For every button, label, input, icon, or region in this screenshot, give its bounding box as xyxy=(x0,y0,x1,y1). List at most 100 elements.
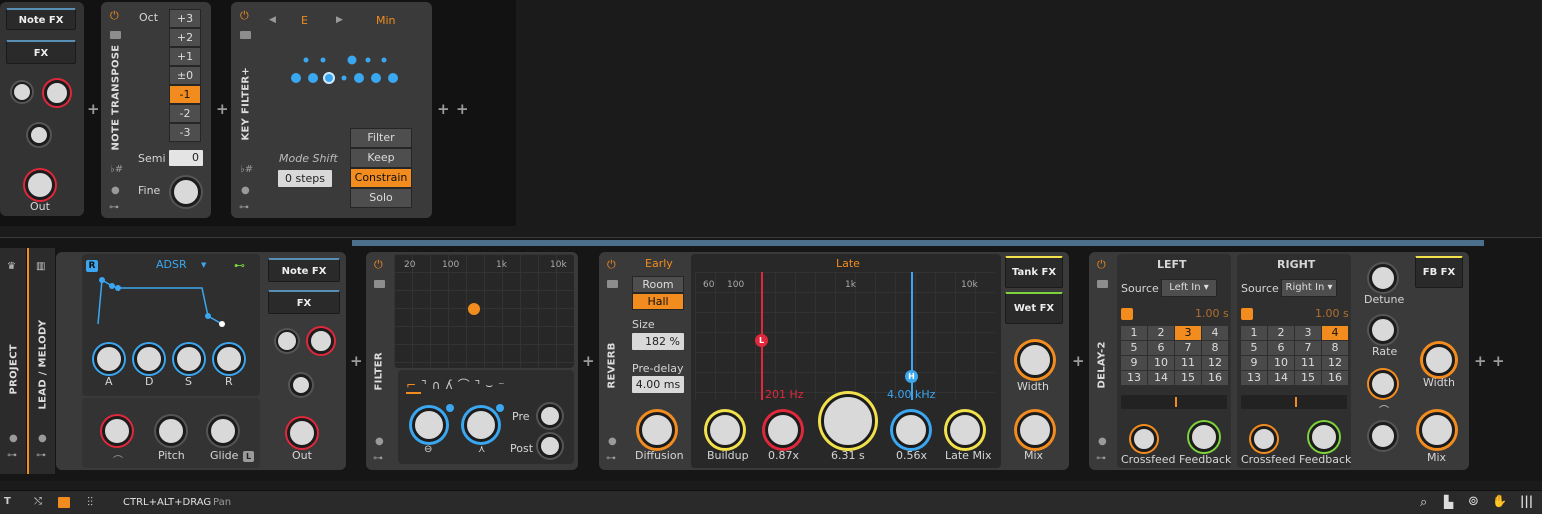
pitch-knob[interactable] xyxy=(156,416,186,446)
link-icon[interactable]: ⊶ xyxy=(7,450,17,461)
link-icon[interactable]: ⊶ xyxy=(36,450,46,461)
wet-fx-button[interactable]: Wet FX xyxy=(1005,292,1063,324)
beat-cell[interactable]: 15 xyxy=(1295,371,1321,385)
modulator-arrow-icon[interactable]: ⊷ xyxy=(234,259,245,272)
info-icon[interactable]: ● xyxy=(38,433,47,444)
filter-graph[interactable] xyxy=(394,254,574,368)
mode-shift-field[interactable]: 0 steps xyxy=(278,170,332,187)
add-device-button[interactable]: + xyxy=(1492,352,1505,370)
cursor-icon[interactable]: T xyxy=(4,496,11,507)
beat-cell[interactable]: 13 xyxy=(1121,371,1147,385)
inst-volume-knob[interactable] xyxy=(276,330,298,352)
size-field[interactable]: 182 % xyxy=(632,333,684,350)
link-icon[interactable]: ⊶ xyxy=(109,202,119,213)
beat-cell[interactable]: 2 xyxy=(1268,326,1294,340)
pan-knob[interactable] xyxy=(44,80,70,106)
search-icon[interactable]: ⌕ xyxy=(1420,495,1427,510)
beat-cell[interactable]: 6 xyxy=(1148,341,1174,355)
info-icon[interactable]: ● xyxy=(9,433,18,444)
beat-cell[interactable]: 7 xyxy=(1175,341,1201,355)
volume-knob[interactable] xyxy=(12,82,32,102)
source-select[interactable]: Right In ▾ xyxy=(1281,279,1337,297)
adsr-knob[interactable] xyxy=(174,344,204,374)
pre-knob[interactable] xyxy=(538,404,562,428)
post-knob[interactable] xyxy=(538,434,562,458)
info-icon[interactable]: ● xyxy=(241,185,250,196)
power-icon[interactable]: ⏻ xyxy=(240,9,249,23)
oct-option[interactable]: ±0 xyxy=(169,66,201,85)
power-icon[interactable]: ⏻ xyxy=(1097,258,1106,272)
project-strip[interactable]: ♛ PROJECT ● ⊶ xyxy=(0,248,27,474)
out-knob[interactable] xyxy=(25,170,55,200)
next-key-icon[interactable]: ▶ xyxy=(336,15,343,25)
key-value[interactable]: E xyxy=(301,14,308,27)
folder-icon[interactable] xyxy=(240,31,251,39)
fine-knob[interactable] xyxy=(171,177,201,207)
mode-option[interactable]: Constrain xyxy=(350,168,412,188)
link-icon[interactable]: ⊶ xyxy=(239,202,249,213)
oct-option[interactable]: -3 xyxy=(169,123,201,142)
oct-option[interactable]: +2 xyxy=(169,28,201,47)
low-decay-knob[interactable] xyxy=(765,412,801,448)
sync-icon[interactable] xyxy=(1121,308,1133,320)
inst-out-knob[interactable] xyxy=(287,418,317,448)
buildup-knob[interactable] xyxy=(707,412,743,448)
mod-knob[interactable] xyxy=(102,416,132,446)
fb-fx-button[interactable]: FB FX xyxy=(1415,256,1463,288)
sync-icon[interactable] xyxy=(1241,308,1253,320)
beat-cell[interactable]: 11 xyxy=(1175,356,1201,370)
add-device-button[interactable]: + xyxy=(87,100,100,118)
crossfeed-knob[interactable] xyxy=(1251,426,1277,452)
beat-cell[interactable]: 16 xyxy=(1202,371,1228,385)
delay-fine-bar[interactable] xyxy=(1241,395,1347,409)
sampler-icon[interactable]: ⊚ xyxy=(1468,494,1479,509)
semi-field[interactable]: 0 xyxy=(169,150,203,166)
beat-cell[interactable]: 8 xyxy=(1202,341,1228,355)
mode-option[interactable]: Keep xyxy=(350,148,412,168)
late-graph[interactable] xyxy=(695,272,995,400)
decay-knob[interactable] xyxy=(821,394,875,448)
file-icon[interactable]: ▙ xyxy=(1444,495,1453,509)
add-device-button[interactable]: + xyxy=(582,352,595,370)
key-dots[interactable] xyxy=(286,52,406,88)
beat-cell[interactable]: 10 xyxy=(1148,356,1174,370)
beat-cell[interactable]: 16 xyxy=(1322,371,1348,385)
adsr-knob[interactable] xyxy=(214,344,244,374)
glide-badge[interactable]: L xyxy=(243,451,254,462)
folder-icon[interactable] xyxy=(374,280,385,288)
beat-cell[interactable]: 1 xyxy=(1121,326,1147,340)
note-fx-button[interactable]: Note FX xyxy=(6,8,76,30)
hall-button[interactable]: Hall xyxy=(632,293,684,310)
delay-width-knob[interactable] xyxy=(1423,344,1455,376)
envelope-graph[interactable] xyxy=(96,270,226,330)
tank-fx-button[interactable]: Tank FX xyxy=(1005,256,1063,288)
add-device-button[interactable]: + xyxy=(456,100,469,118)
beat-cell[interactable]: 5 xyxy=(1121,341,1147,355)
beat-cell[interactable]: 14 xyxy=(1148,371,1174,385)
beat-cell[interactable]: 13 xyxy=(1241,371,1267,385)
crossfeed-knob[interactable] xyxy=(1131,426,1157,452)
link-icon[interactable]: ⊶ xyxy=(606,453,616,464)
adsr-knob[interactable] xyxy=(134,344,164,374)
beat-cell[interactable]: 7 xyxy=(1295,341,1321,355)
filter-type-icons[interactable]: ⌐⌝∩ʎ⌒⌝⌣⁻ xyxy=(406,376,509,394)
low-marker[interactable]: L xyxy=(755,334,768,347)
power-icon[interactable]: ⏻ xyxy=(374,258,383,272)
info-icon[interactable]: ● xyxy=(375,436,384,447)
adsr-knob[interactable] xyxy=(94,344,124,374)
width-knob[interactable] xyxy=(1017,342,1053,378)
beat-cell[interactable]: 9 xyxy=(1241,356,1267,370)
predelay-field[interactable]: 4.00 ms xyxy=(632,376,684,393)
prev-key-icon[interactable]: ◀ xyxy=(269,15,276,25)
dropdown-icon[interactable]: ▼ xyxy=(201,261,206,269)
beat-cell[interactable]: 3 xyxy=(1175,326,1201,340)
info-icon[interactable]: ● xyxy=(111,185,120,196)
oct-option[interactable]: +3 xyxy=(169,9,201,28)
filter-cutoff-point[interactable] xyxy=(468,303,480,315)
glide-knob[interactable] xyxy=(208,416,238,446)
source-select[interactable]: Left In ▾ xyxy=(1161,279,1217,297)
oct-option[interactable]: -1 xyxy=(169,85,201,104)
beat-cell[interactable]: 6 xyxy=(1268,341,1294,355)
add-device-button[interactable]: + xyxy=(1474,352,1487,370)
beat-cell[interactable]: 8 xyxy=(1322,341,1348,355)
